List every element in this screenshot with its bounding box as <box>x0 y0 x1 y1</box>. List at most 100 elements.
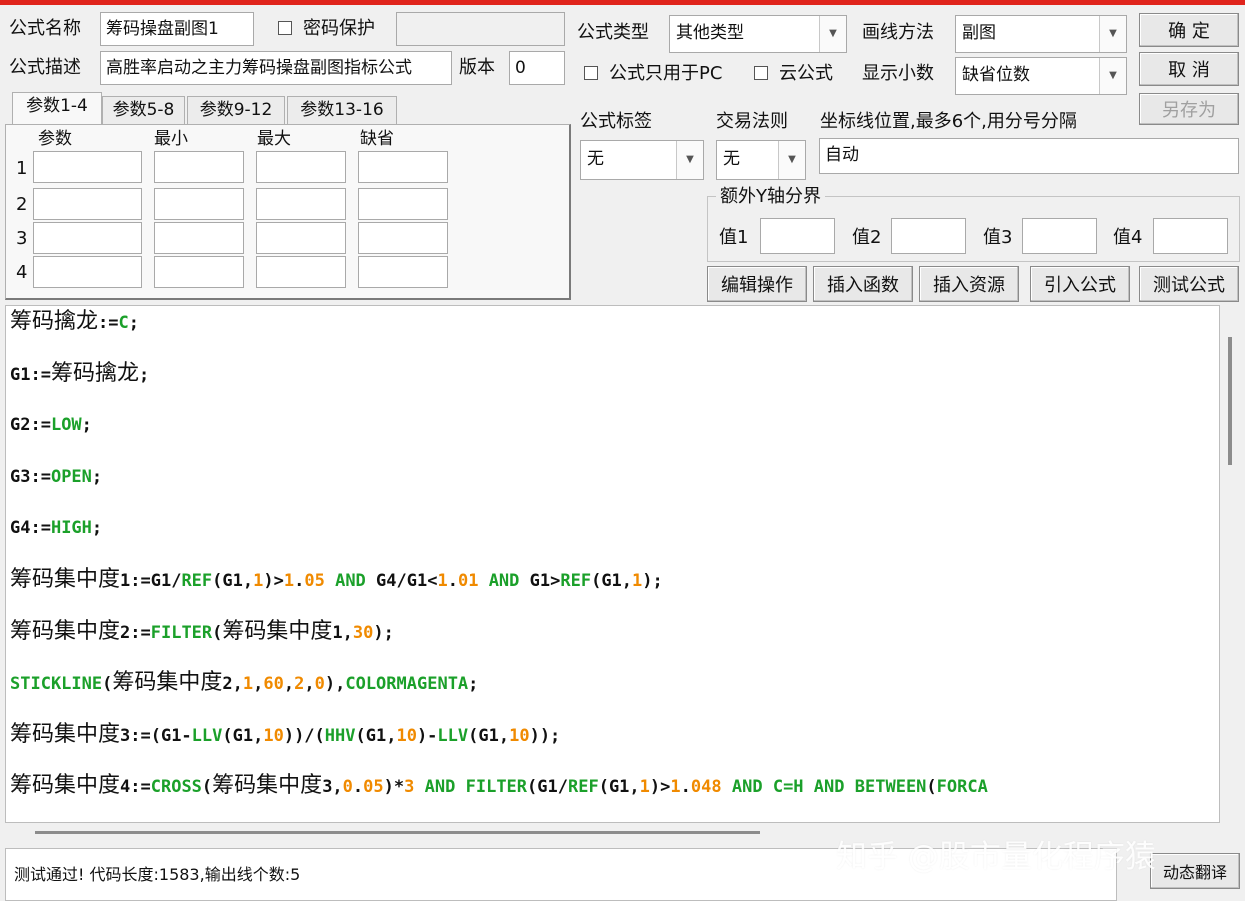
formula-desc-label: 公式描述 <box>9 57 81 78</box>
param-min-input[interactable] <box>154 188 244 220</box>
cancel-button[interactable]: 取 消 <box>1139 52 1239 86</box>
code-token: 05 <box>363 777 384 798</box>
tab-params-1-4[interactable]: 参数1-4 <box>12 92 102 124</box>
save-as-button[interactable]: 另存为 <box>1139 93 1239 125</box>
insert-resource-button[interactable]: 插入资源 <box>919 266 1019 302</box>
param-name-input[interactable] <box>33 188 142 220</box>
code-token: ; <box>91 466 103 487</box>
code-line: G1:=筹码擒龙; <box>10 361 149 387</box>
y-value-4-input[interactable] <box>1153 218 1228 254</box>
code-token: 1 <box>283 571 295 591</box>
tab-params-5-8[interactable]: 参数5-8 <box>102 96 185 124</box>
code-token: LLV <box>437 725 469 746</box>
code-token: , <box>253 674 264 695</box>
edit-ops-button[interactable]: 编辑操作 <box>707 266 807 302</box>
code-token: G4/G1< <box>365 571 438 591</box>
code-token: 筹码擒龙 <box>10 309 99 334</box>
code-token: , <box>283 674 295 695</box>
test-formula-button[interactable]: 测试公式 <box>1139 266 1239 302</box>
code-token: 10 <box>509 725 530 746</box>
ok-button[interactable]: 确 定 <box>1139 13 1239 47</box>
param-default-input[interactable] <box>358 188 448 220</box>
trade-rule-select[interactable]: 无 ▼ <box>716 140 806 180</box>
code-token: 3, <box>322 777 343 798</box>
param-name-input[interactable] <box>33 151 142 183</box>
draw-method-select[interactable]: 副图 ▼ <box>955 15 1127 53</box>
cloud-formula-checkbox[interactable] <box>754 66 768 80</box>
param-row-number: 1 <box>16 158 28 179</box>
param-header-name: 参数 <box>38 129 72 149</box>
vertical-scrollbar-thumb[interactable] <box>1228 337 1232 465</box>
formula-tag-select[interactable]: 无 ▼ <box>580 140 704 180</box>
code-token: ); <box>373 622 394 643</box>
dynamic-translate-button[interactable]: 动态翻译 <box>1150 853 1240 889</box>
param-default-input[interactable] <box>358 222 448 254</box>
param-min-input[interactable] <box>154 256 244 288</box>
code-token: COLORMAGENTA <box>345 674 469 695</box>
param-name-input[interactable] <box>33 256 142 288</box>
code-token: 10 <box>396 725 417 746</box>
version-label: 版本 <box>459 57 495 78</box>
param-max-input[interactable] <box>256 151 346 183</box>
param-max-input[interactable] <box>256 188 346 220</box>
code-token: )); <box>529 725 561 746</box>
show-decimal-value: 缺省位数 <box>962 65 1030 85</box>
code-token: 1 <box>632 571 643 591</box>
formula-type-select[interactable]: 其他类型 ▼ <box>669 15 847 53</box>
param-default-input[interactable] <box>358 256 448 288</box>
code-token: 筹码集中度 <box>10 721 121 747</box>
version-input[interactable]: 0 <box>509 51 565 85</box>
horizontal-scrollbar-thumb[interactable] <box>35 831 760 834</box>
trade-rule-label: 交易法则 <box>716 111 788 132</box>
password-protect-checkbox[interactable] <box>278 21 292 35</box>
param-max-input[interactable] <box>256 256 346 288</box>
import-formula-button[interactable]: 引入公式 <box>1030 266 1130 302</box>
param-name-input[interactable] <box>33 222 142 254</box>
code-line: G3:=OPEN; <box>10 465 102 489</box>
code-line: 筹码集中度1:=G1/REF(G1,1)>1.05 AND G4/G1<1.01… <box>10 568 663 593</box>
password-protect-label: 密码保护 <box>303 18 375 39</box>
code-token: (G1, <box>598 777 640 798</box>
chevron-down-icon: ▼ <box>778 141 805 179</box>
chevron-down-icon: ▼ <box>1099 58 1126 94</box>
code-token: G2:= <box>10 415 51 436</box>
tab-params-9-12[interactable]: 参数9-12 <box>187 96 285 124</box>
code-token: FORCA <box>936 777 988 798</box>
y-value-3-input[interactable] <box>1022 218 1097 254</box>
param-max-input[interactable] <box>256 222 346 254</box>
top-accent-bar <box>0 0 1245 5</box>
formula-tag-value: 无 <box>587 149 604 169</box>
code-token: LOW <box>50 415 82 436</box>
show-decimal-select[interactable]: 缺省位数 ▼ <box>955 57 1127 95</box>
code-token: ); <box>642 571 663 591</box>
code-token: OPEN <box>50 466 92 487</box>
code-token: (G1, <box>222 725 264 746</box>
code-token: )* <box>383 777 405 798</box>
param-min-input[interactable] <box>154 222 244 254</box>
y-value-2-input[interactable] <box>891 218 966 254</box>
code-token: (G1, <box>591 571 633 591</box>
pc-only-checkbox[interactable] <box>584 66 598 80</box>
insert-function-button[interactable]: 插入函数 <box>813 266 913 302</box>
password-input[interactable] <box>396 12 565 46</box>
y-value-1-input[interactable] <box>760 218 835 254</box>
code-token: FILTER <box>150 622 213 643</box>
code-token: AND <box>424 777 456 798</box>
coord-line-input[interactable]: 自动 <box>819 138 1239 174</box>
tab-params-13-16[interactable]: 参数13-16 <box>287 96 397 124</box>
formula-desc-input[interactable]: 高胜率启动之主力筹码操盘副图指标公式 <box>100 51 452 85</box>
code-token: 60 <box>263 674 284 695</box>
code-token: LLV <box>191 725 223 746</box>
code-editor[interactable]: 筹码擒龙:=C; G1:=筹码擒龙; G2:=LOW; G3:=OPEN; G4:=HI… <box>5 305 1220 823</box>
code-token: 3 <box>404 777 415 798</box>
param-min-input[interactable] <box>154 151 244 183</box>
formula-name-input[interactable]: 筹码操盘副图1 <box>100 12 254 46</box>
editor-vertical-scrollbar[interactable] <box>1222 305 1242 823</box>
param-default-input[interactable] <box>358 151 448 183</box>
code-token: 筹码集中度 <box>10 618 121 644</box>
pc-only-label: 公式只用于PC <box>609 63 723 84</box>
